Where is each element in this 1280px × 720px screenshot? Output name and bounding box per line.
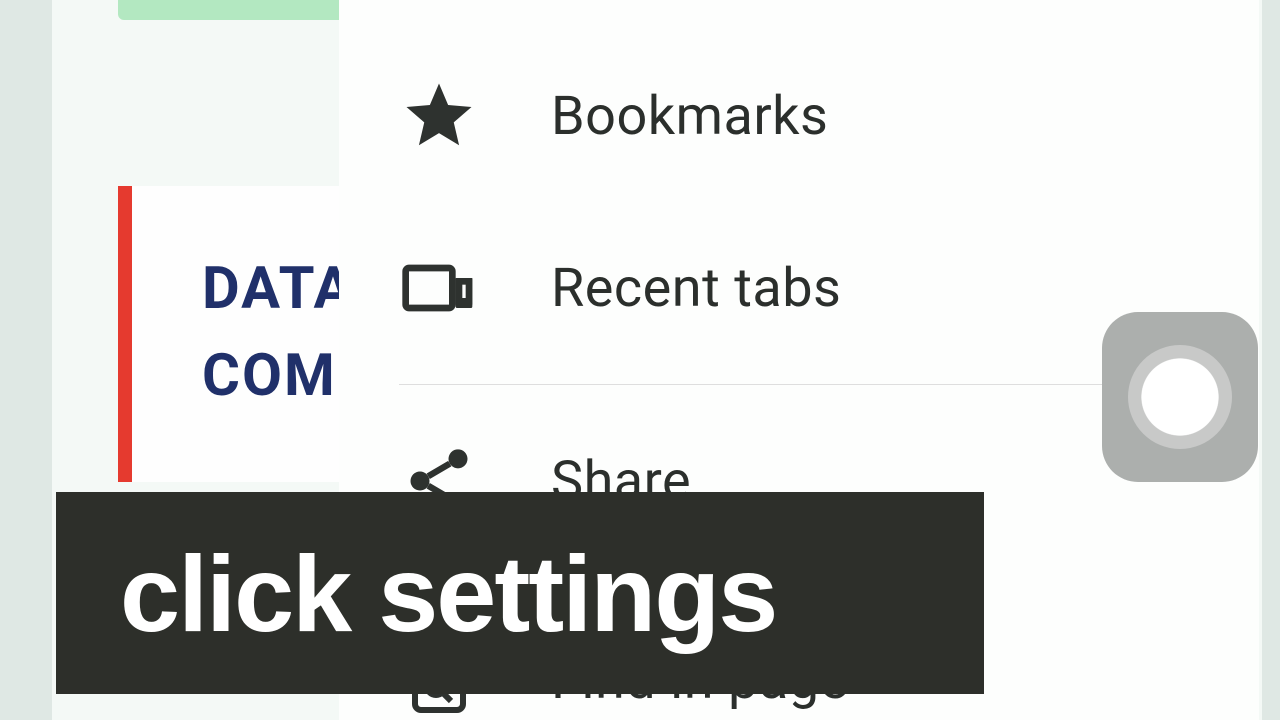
instruction-caption: click settings: [56, 492, 984, 694]
card-text-line2: COM: [202, 333, 318, 420]
devices-icon: [399, 248, 479, 328]
menu-item-bookmarks[interactable]: Bookmarks: [339, 30, 1259, 202]
menu-label-recent-tabs: Recent tabs: [551, 257, 841, 320]
green-chip: [118, 0, 348, 20]
background-card: DATA COM: [118, 186, 348, 482]
card-text-line1: DATA: [202, 246, 318, 333]
menu-label-bookmarks: Bookmarks: [551, 85, 828, 148]
star-icon: [399, 76, 479, 156]
assistive-touch-circle: [1128, 345, 1232, 449]
menu-divider: [399, 384, 1199, 385]
caption-text: click settings: [120, 531, 776, 656]
assistive-touch-button[interactable]: [1102, 312, 1258, 482]
